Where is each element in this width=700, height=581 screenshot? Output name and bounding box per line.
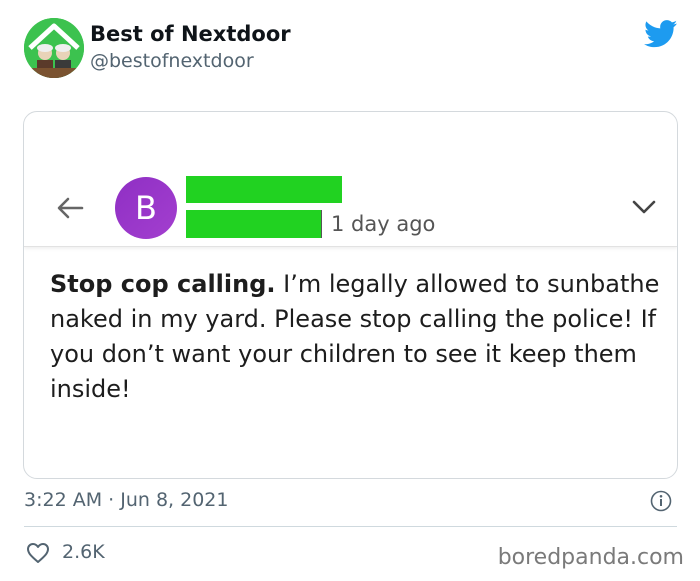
author-name[interactable]: Best of Nextdoor (90, 22, 291, 46)
author-handle[interactable]: @bestofnextdoor (90, 50, 254, 72)
poster-avatar[interactable]: B (115, 177, 177, 239)
post-title: Stop cop calling. (50, 270, 276, 298)
back-arrow-icon[interactable] (56, 196, 84, 220)
footer-divider (24, 526, 677, 527)
like-count[interactable]: 2.6K (62, 541, 105, 563)
poster-avatar-letter: B (135, 189, 157, 227)
watermark: boredpanda.com (497, 545, 684, 570)
redacted-neighborhood (186, 210, 322, 238)
embedded-post-card[interactable]: B 1 day ago Stop cop calling. I’m legall… (23, 111, 678, 479)
tweet-timestamp[interactable]: 3:22 AM · Jun 8, 2021 (24, 489, 228, 511)
chevron-down-icon[interactable] (631, 198, 657, 216)
twitter-bird-icon[interactable] (644, 20, 678, 48)
post-body: Stop cop calling. I’m legally allowed to… (50, 267, 660, 407)
post-time-ago: 1 day ago (331, 212, 436, 236)
author-avatar[interactable] (24, 18, 84, 78)
heart-icon[interactable] (26, 542, 50, 564)
info-icon[interactable] (650, 490, 672, 512)
post-header: B 1 day ago (24, 112, 677, 247)
redacted-name (186, 176, 342, 203)
tweet-card: Best of Nextdoor @bestofnextdoor B 1 day… (0, 0, 700, 581)
